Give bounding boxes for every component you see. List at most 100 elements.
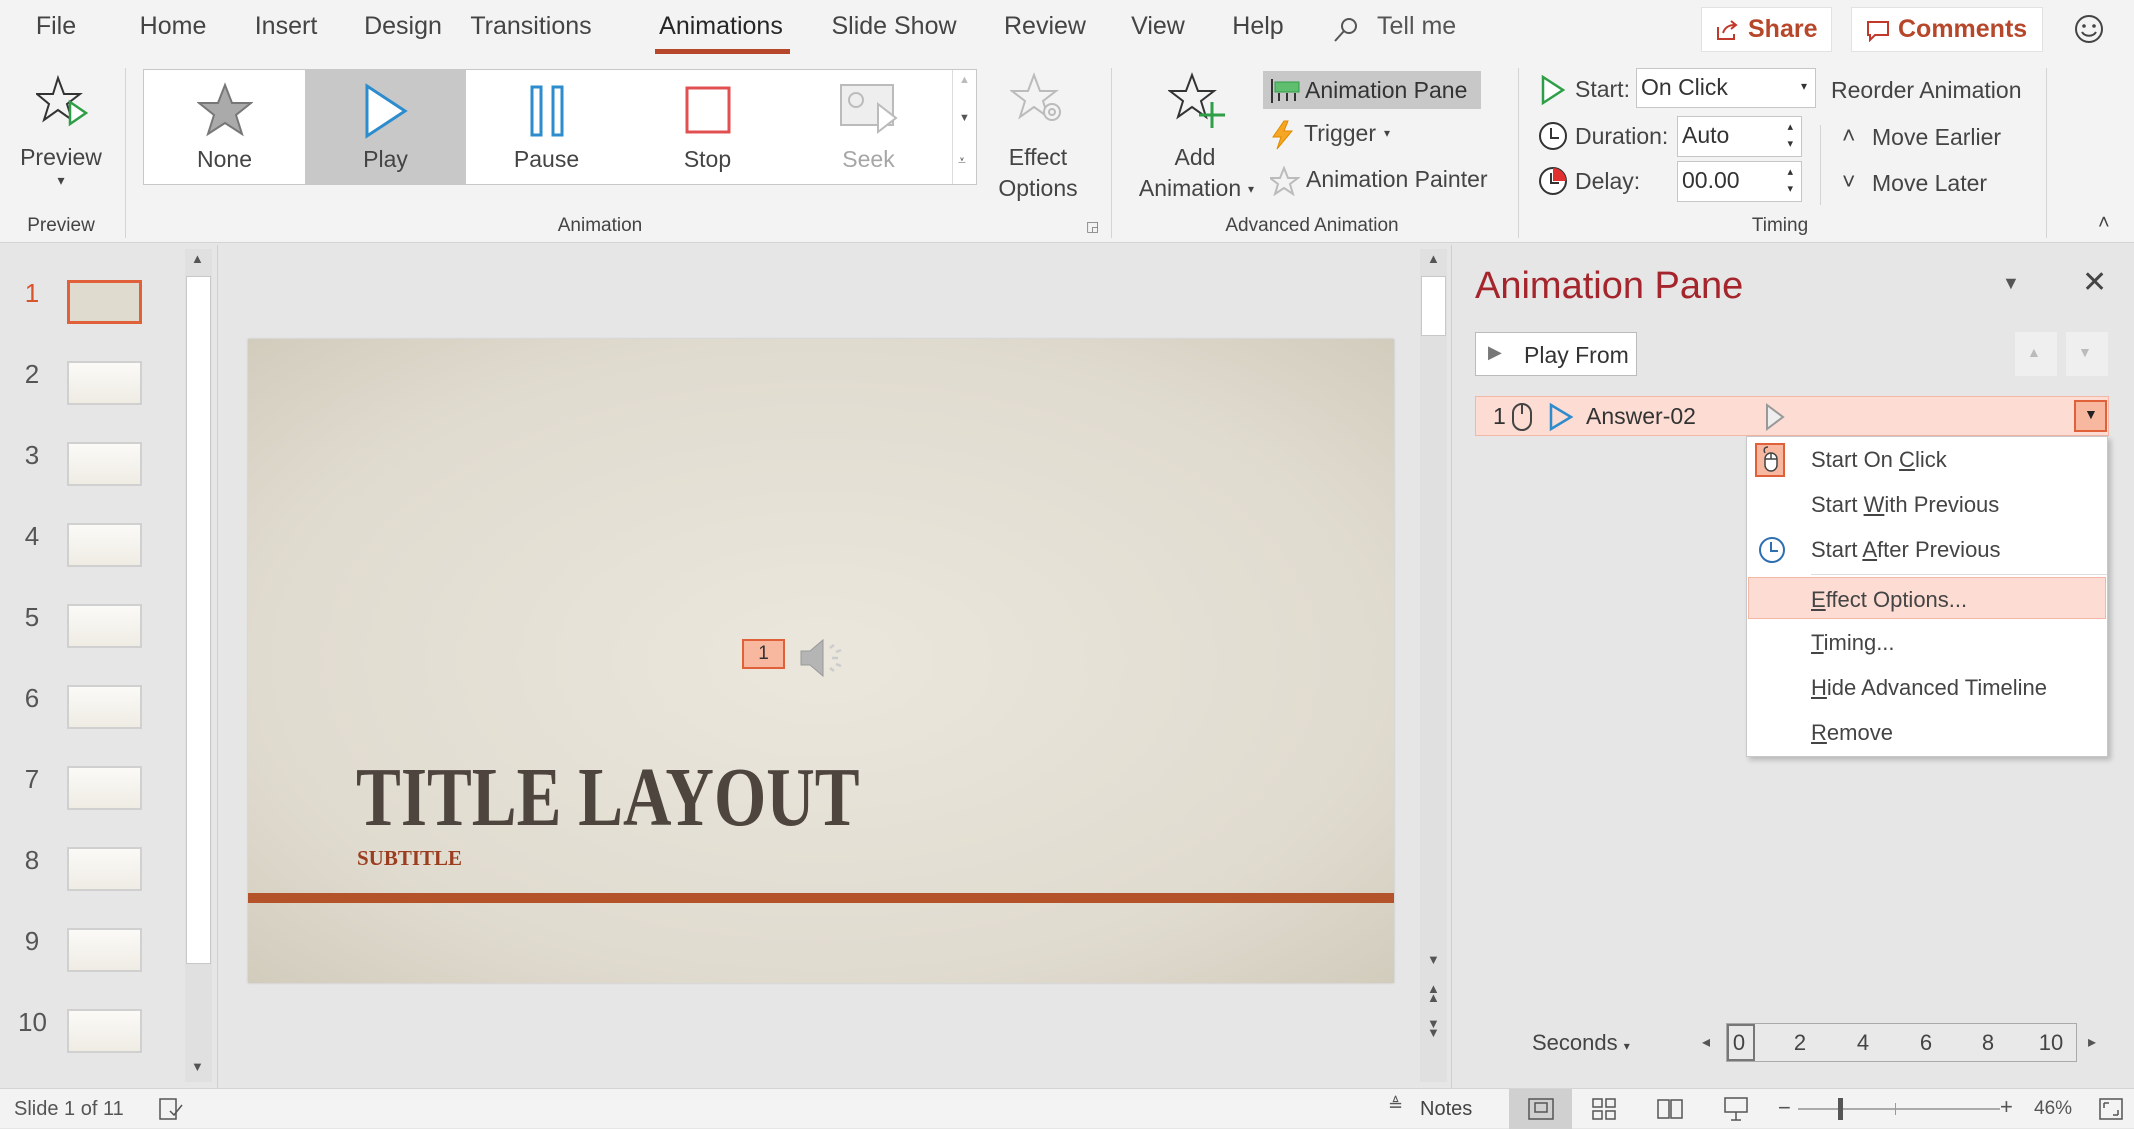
- menu-item-start-after-previous[interactable]: Start After Previous: [1747, 527, 2107, 572]
- zoom-slider-center-tick: [1895, 1103, 1896, 1115]
- slide-thumbnail-9[interactable]: [67, 928, 142, 972]
- scroll-thumb[interactable]: [1421, 276, 1446, 336]
- gallery-scroll[interactable]: ▲ ▼ ⩡: [952, 70, 976, 184]
- spinner-arrows-icon[interactable]: ▴ ▾: [1787, 164, 1793, 198]
- tab-view[interactable]: View: [1131, 12, 1185, 41]
- menu-item-effect-options[interactable]: Effect Options...: [1748, 577, 2106, 619]
- slide-number: 4: [24, 521, 40, 551]
- gallery-up-icon[interactable]: ▲: [959, 74, 970, 86]
- timeline-scale[interactable]: [1726, 1023, 2077, 1062]
- item-dropdown-button[interactable]: ▼: [2074, 400, 2107, 432]
- animation-list-item[interactable]: 1 Answer-02 ▼: [1475, 396, 2109, 436]
- scroll-thumb[interactable]: [186, 276, 211, 964]
- move-up-button[interactable]: ▲: [2015, 332, 2057, 376]
- duration-spinner[interactable]: Auto ▴ ▾: [1677, 116, 1802, 157]
- slide-thumbnail-10[interactable]: [67, 1009, 142, 1053]
- slide-thumbnail-4[interactable]: [67, 523, 142, 567]
- move-down-button[interactable]: ▼: [2066, 332, 2108, 376]
- dialog-launcher-icon[interactable]: ◲: [1086, 218, 1099, 235]
- play-from-button[interactable]: ▶ Play From: [1475, 332, 1637, 376]
- zoom-level[interactable]: 46%: [2034, 1098, 2072, 1120]
- normal-view-icon: [1528, 1098, 1554, 1120]
- zoom-in-icon[interactable]: +: [2000, 1094, 2013, 1120]
- menu-item-label: Remove: [1811, 720, 1893, 745]
- effect-options-button[interactable]: Effect Options: [990, 68, 1085, 201]
- seconds-dropdown[interactable]: Seconds ▾: [1532, 1030, 1630, 1056]
- speaker-audio-icon[interactable]: [798, 636, 848, 680]
- zoom-slider-thumb[interactable]: [1838, 1098, 1843, 1120]
- animation-pause[interactable]: Pause: [466, 70, 627, 184]
- slide-thumbnail-2[interactable]: [67, 361, 142, 405]
- animation-order-tag[interactable]: 1: [742, 639, 785, 669]
- notes-button[interactable]: ≜ Notes: [1388, 1095, 1478, 1123]
- tab-file[interactable]: File: [36, 12, 76, 41]
- spinner-arrows-icon[interactable]: ▴ ▾: [1787, 119, 1793, 153]
- move-earlier-button[interactable]: ˄ Move Earlier: [1842, 122, 2042, 154]
- spell-check-icon[interactable]: [158, 1097, 184, 1121]
- animation-seek[interactable]: Seek: [788, 70, 949, 184]
- previous-slide-icon[interactable]: ▲ ▲: [1427, 982, 1440, 1004]
- comments-button[interactable]: Comments: [1851, 7, 2043, 52]
- tab-insert[interactable]: Insert: [255, 12, 318, 41]
- share-button[interactable]: Share: [1701, 7, 1832, 52]
- tab-help[interactable]: Help: [1232, 12, 1283, 41]
- zoom-out-icon[interactable]: −: [1778, 1095, 1791, 1121]
- normal-view-button[interactable]: [1509, 1089, 1572, 1129]
- animation-painter-button[interactable]: Animation Painter: [1270, 164, 1500, 198]
- delay-spinner[interactable]: 00.00 ▴ ▾: [1677, 161, 1802, 202]
- timeline-left-icon[interactable]: ◂: [1702, 1032, 1710, 1052]
- slide-number: 6: [24, 683, 40, 713]
- next-slide-icon[interactable]: ▼ ▼: [1427, 1017, 1440, 1039]
- slide-canvas[interactable]: 1 TITLE LAYOUT SUBTITLE: [248, 339, 1394, 983]
- start-dropdown[interactable]: On Click ▾: [1636, 68, 1816, 108]
- fit-to-window-icon[interactable]: [2098, 1097, 2124, 1121]
- tab-design[interactable]: Design: [364, 12, 442, 41]
- tab-slide-show[interactable]: Slide Show: [831, 12, 956, 41]
- timeline-right-icon[interactable]: ▸: [2088, 1032, 2096, 1052]
- scroll-down-icon[interactable]: ▼: [191, 1059, 204, 1074]
- slide-title[interactable]: TITLE LAYOUT: [356, 749, 860, 846]
- scroll-up-icon[interactable]: ▲: [1427, 251, 1440, 266]
- close-icon[interactable]: ✕: [2082, 265, 2107, 300]
- smiley-feedback-icon[interactable]: [2073, 13, 2105, 45]
- slide-subtitle[interactable]: SUBTITLE: [357, 846, 462, 871]
- animation-none[interactable]: None: [144, 70, 305, 184]
- tab-transitions[interactable]: Transitions: [470, 12, 591, 41]
- menu-item-start-with-previous[interactable]: Start With Previous: [1747, 482, 2107, 527]
- add-animation-button[interactable]: Add Animation ▾: [1130, 68, 1262, 201]
- reading-view-icon[interactable]: [1656, 1097, 1684, 1121]
- zoom-slider[interactable]: [1798, 1098, 2000, 1120]
- divider: [1111, 68, 1112, 238]
- slide-thumbnail-8[interactable]: [67, 847, 142, 891]
- menu-item-hide-advanced-timeline[interactable]: Hide Advanced Timeline: [1747, 665, 2107, 710]
- tab-review[interactable]: Review: [1004, 12, 1086, 41]
- menu-item-start-on-click[interactable]: Start On Click: [1747, 437, 2107, 482]
- tab-home[interactable]: Home: [140, 12, 207, 41]
- move-later-button[interactable]: ˅ Move Later: [1842, 168, 2042, 200]
- slide-thumbnail-7[interactable]: [67, 766, 142, 810]
- slide-thumbnail-3[interactable]: [67, 442, 142, 486]
- tell-me-search[interactable]: Tell me: [1332, 12, 1472, 46]
- collapse-ribbon-icon[interactable]: ˄: [2098, 212, 2110, 235]
- gallery-down-icon[interactable]: ▼: [959, 112, 970, 124]
- preview-button[interactable]: Preview ▾: [12, 68, 110, 198]
- slide-sorter-icon[interactable]: [1590, 1097, 1618, 1121]
- gallery-more-icon[interactable]: ⩡: [958, 152, 966, 169]
- delay-label: Delay:: [1575, 168, 1641, 194]
- editor-scrollbar[interactable]: ▲ ▼ ▲ ▲ ▼ ▼: [1420, 249, 1447, 1082]
- thumbnail-scrollbar[interactable]: ▲ ▼: [185, 249, 212, 1082]
- slideshow-icon[interactable]: [1722, 1095, 1750, 1123]
- animation-stop[interactable]: Stop: [627, 70, 788, 184]
- slide-thumbnail-1[interactable]: [67, 280, 142, 324]
- tab-animations[interactable]: Animations: [659, 12, 783, 41]
- scroll-down-icon[interactable]: ▼: [1427, 952, 1440, 967]
- pane-options-icon[interactable]: ▼: [2002, 273, 2020, 294]
- menu-item-remove[interactable]: Remove: [1747, 710, 2107, 755]
- animation-pane-button[interactable]: Animation Pane: [1263, 71, 1481, 109]
- menu-item-timing[interactable]: Timing...: [1747, 620, 2107, 665]
- slide-thumbnail-5[interactable]: [67, 604, 142, 648]
- animation-play[interactable]: Play: [305, 70, 466, 184]
- trigger-button[interactable]: Trigger ▾: [1270, 118, 1400, 152]
- scroll-up-icon[interactable]: ▲: [191, 251, 204, 266]
- slide-thumbnail-6[interactable]: [67, 685, 142, 729]
